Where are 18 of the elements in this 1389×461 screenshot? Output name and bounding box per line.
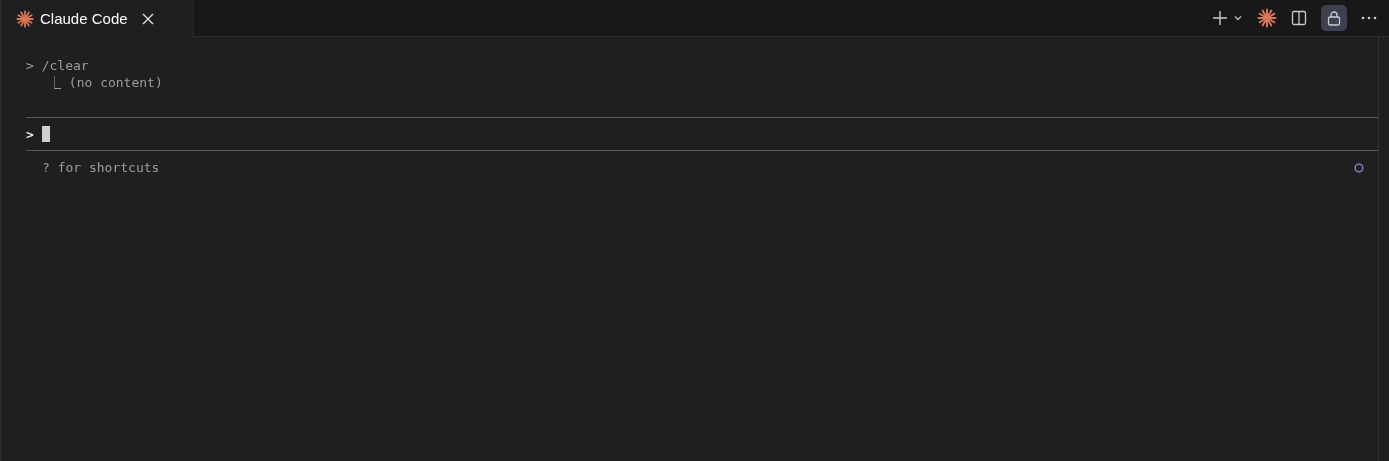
starburst-icon: [16, 9, 34, 28]
text-cursor: [41, 126, 50, 142]
editor-tab[interactable]: Claude Code: [0, 0, 194, 37]
lock-icon: [1326, 10, 1342, 26]
chevron-down-icon[interactable]: [1233, 13, 1243, 23]
prompt-symbol: >: [26, 126, 34, 142]
status-circle-icon: [1354, 162, 1364, 173]
command-text: /clear: [41, 58, 89, 73]
result-mark: ⎿: [48, 75, 61, 90]
more-icon[interactable]: [1361, 16, 1377, 20]
close-icon[interactable]: [141, 12, 154, 25]
result-text: (no content): [68, 75, 163, 90]
lock-button[interactable]: [1321, 5, 1347, 31]
shortcuts-hint: ? for shortcuts: [42, 160, 160, 175]
split-editor-icon[interactable]: [1291, 10, 1307, 26]
plus-icon[interactable]: [1212, 10, 1228, 26]
starburst-icon[interactable]: [1257, 8, 1277, 28]
prompt-symbol: >: [26, 58, 34, 73]
